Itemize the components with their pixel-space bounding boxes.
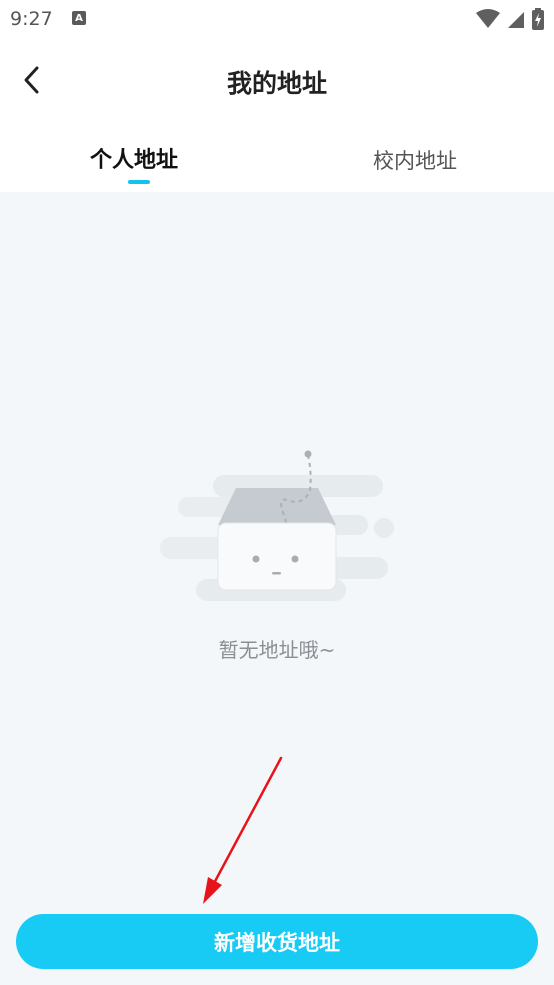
empty-state-message: 暂无地址哦~ (218, 638, 336, 662)
status-bar: 9:27 A (0, 0, 554, 38)
signal-icon (508, 12, 524, 28)
status-time: 9:27 (10, 8, 53, 30)
header: 我的地址 (0, 38, 554, 124)
tab-personal-address[interactable]: 个人地址 (90, 142, 178, 174)
annotation-arrow (203, 756, 283, 904)
add-address-button[interactable]: 新增收货地址 (16, 914, 538, 969)
tab-bar: 个人地址 校内地址 (0, 124, 554, 192)
battery-icon (532, 8, 544, 30)
empty-box-illustration (160, 450, 394, 601)
page-title: 我的地址 (226, 69, 327, 98)
status-icons (476, 8, 544, 30)
active-tab-indicator (128, 180, 150, 184)
tab-campus-address[interactable]: 校内地址 (373, 145, 457, 175)
notification-a-icon: A (72, 11, 86, 25)
wifi-icon (476, 9, 500, 28)
